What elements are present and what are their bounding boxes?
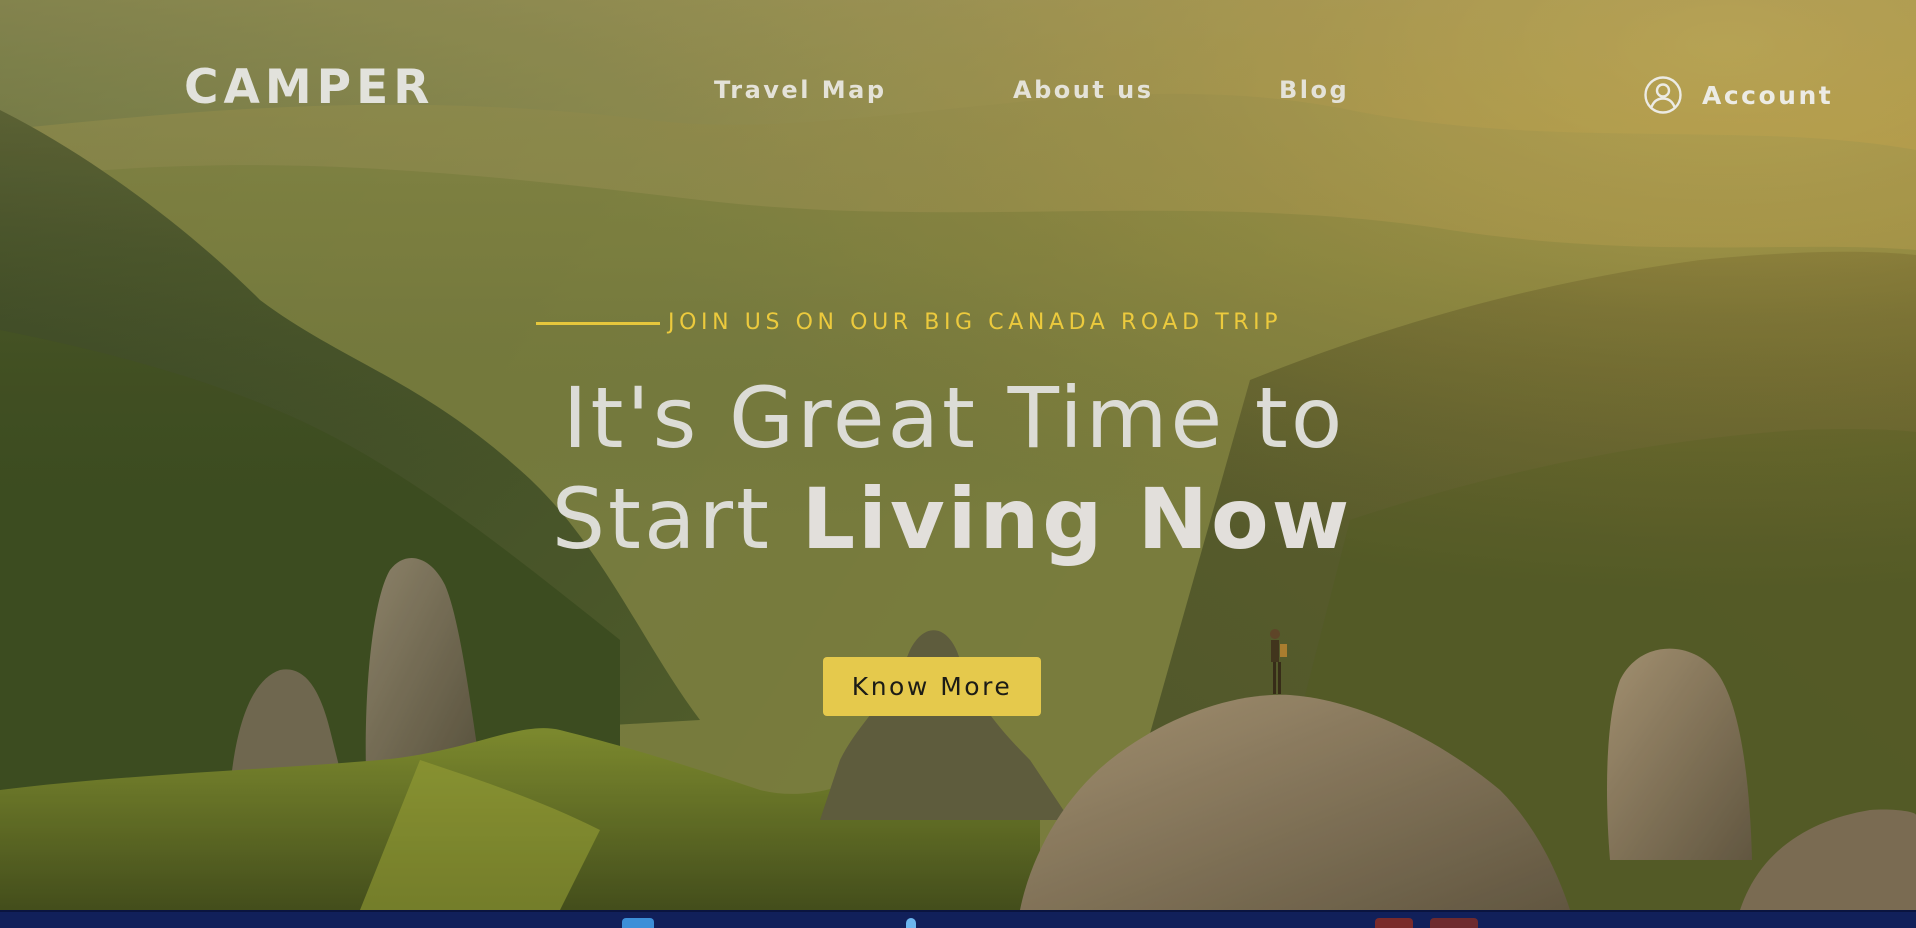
nav-link-blog[interactable]: Blog	[1279, 78, 1349, 102]
account-button[interactable]: Account	[1643, 75, 1833, 115]
headline-bold-text: Living Now	[801, 470, 1353, 568]
headline-light-text: Start	[551, 470, 802, 568]
nav-link-about-us[interactable]: About us	[1013, 78, 1154, 102]
user-circle-icon	[1644, 76, 1682, 114]
taskbar-app-icon[interactable]	[906, 918, 916, 928]
tagline-text: JOIN US ON OUR BIG CANADA ROAD TRIP	[668, 310, 1283, 335]
account-label: Account	[1702, 80, 1834, 110]
tagline-divider-line	[536, 321, 660, 325]
taskbar-app-icon[interactable]	[1375, 918, 1413, 928]
know-more-button[interactable]: Know More	[823, 657, 1041, 716]
hero-headline-line-2: Start Living Now	[0, 477, 1910, 561]
taskbar-app-icon[interactable]	[1430, 918, 1478, 928]
hero-headline-line-1: It's Great Time to	[562, 369, 1346, 467]
os-taskbar	[0, 910, 1916, 928]
hero-tagline: JOIN US ON OUR BIG CANADA ROAD TRIP	[536, 312, 1282, 334]
site-logo[interactable]: CAMPER	[184, 64, 434, 111]
nav-link-travel-map[interactable]: Travel Map	[714, 78, 887, 102]
taskbar-app-icon[interactable]	[622, 918, 654, 928]
